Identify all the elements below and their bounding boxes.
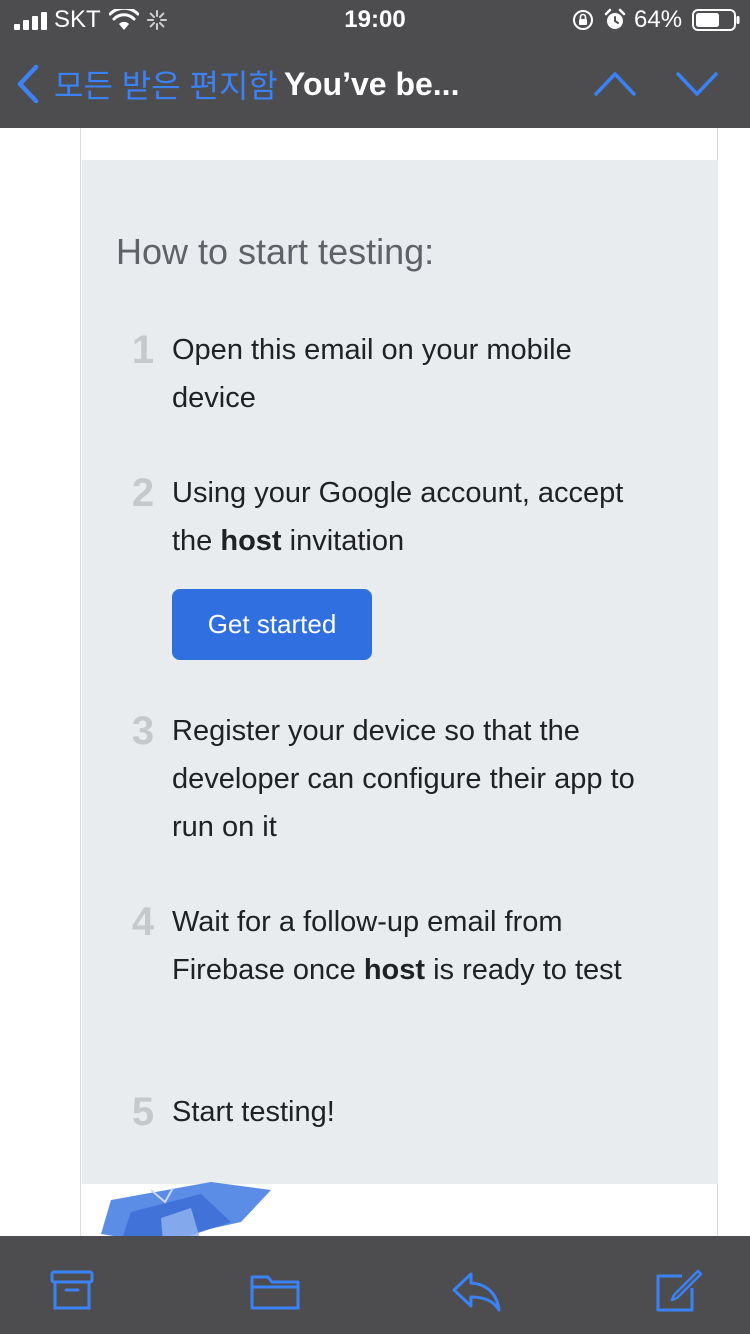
card-heading: How to start testing:: [116, 231, 435, 272]
top-bar: SKT 19:00 64% 모든 받은 편지함 You’ve be...: [0, 0, 750, 128]
battery-percentage: 64%: [634, 6, 683, 33]
step-text: Open this email on your mobile device: [172, 334, 572, 414]
app-name-bold: host: [220, 525, 282, 557]
alarm-icon: [604, 8, 626, 29]
app-name-bold: host: [363, 954, 426, 986]
reply-icon[interactable]: [451, 1268, 503, 1314]
step-text: Register your device so that the develop…: [172, 715, 635, 843]
step-number: 4: [131, 900, 155, 944]
step-text: Wait for a follow-up email from Firebase…: [172, 898, 662, 994]
folder-icon[interactable]: [249, 1268, 301, 1314]
battery-icon: [692, 9, 740, 31]
archive-icon[interactable]: [46, 1268, 98, 1314]
step-number: 5: [131, 1090, 155, 1134]
email-frame: How to start testing: 1 Open this email …: [80, 128, 718, 1236]
email-body[interactable]: How to start testing: 1 Open this email …: [0, 128, 750, 1236]
step-text: Start testing!: [172, 1096, 335, 1128]
get-started-button[interactable]: Get started: [172, 589, 372, 660]
bottom-toolbar: [0, 1236, 750, 1334]
status-bar: SKT 19:00 64%: [0, 0, 750, 40]
email-subject-title: You’ve be...: [284, 66, 460, 102]
firebase-illustration-icon: [101, 1182, 271, 1236]
step-text-part: invitation: [281, 525, 405, 557]
step-number: 2: [131, 471, 155, 515]
chevron-left-icon: [17, 64, 39, 104]
back-to-all-inboxes-button[interactable]: 모든 받은 편지함: [14, 52, 278, 116]
orientation-lock-icon: [573, 10, 593, 30]
how-to-start-card: How to start testing: 1 Open this email …: [82, 160, 718, 1184]
step-text-part: is ready to test: [425, 954, 622, 986]
next-message-icon[interactable]: [674, 66, 720, 102]
step-number: 3: [131, 709, 155, 753]
back-button-label: 모든 받은 편지함: [54, 68, 278, 104]
step-text: Using your Google account, accept the ho…: [172, 469, 662, 565]
previous-message-icon[interactable]: [592, 66, 638, 102]
step-number: 1: [131, 328, 155, 372]
compose-icon[interactable]: [652, 1268, 704, 1314]
mail-navigation-bar: 모든 받은 편지함 You’ve be...: [0, 52, 750, 116]
